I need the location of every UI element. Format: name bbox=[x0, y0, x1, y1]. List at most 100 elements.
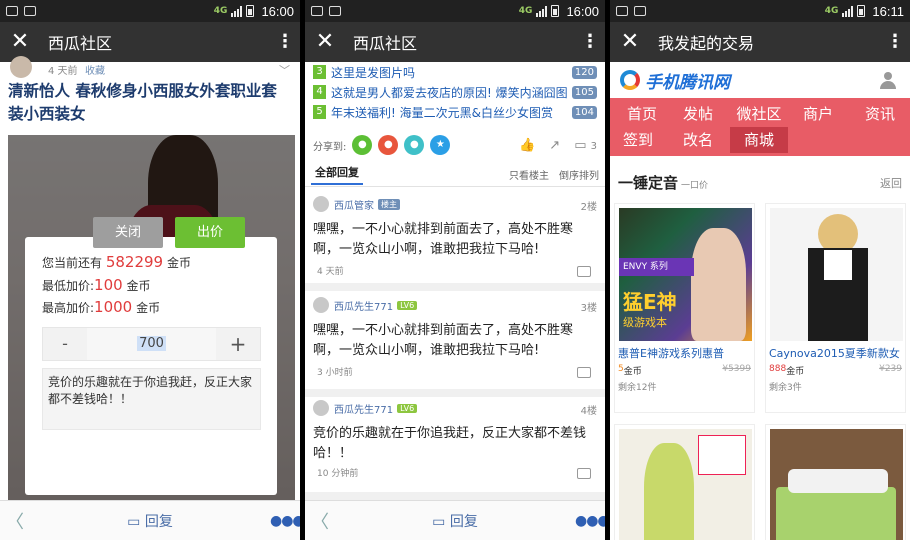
status-bar: 4G 16:11 bbox=[610, 0, 910, 22]
product-card[interactable]: Caynova2015夏季新款女 888 金币 ¥239 剩余3件 bbox=[765, 203, 906, 413]
back-icon[interactable]: 〈 bbox=[0, 508, 30, 534]
image-notification-icon bbox=[6, 6, 18, 16]
nav-item-store[interactable]: 商城 bbox=[730, 127, 788, 153]
network-type: 4G bbox=[824, 6, 839, 16]
more-dots-icon[interactable]: ●●● bbox=[270, 513, 300, 529]
reply-author[interactable]: 西瓜先生771 bbox=[334, 401, 393, 416]
reply-author[interactable]: 西瓜管家 bbox=[334, 197, 374, 212]
reply-count: 120 bbox=[571, 65, 597, 79]
list-item[interactable]: 4 这就是男人都爱去夜店的原因! 爆笑内涵囧图 105 bbox=[305, 82, 605, 102]
reply-icon[interactable] bbox=[577, 266, 591, 277]
avatar[interactable] bbox=[313, 297, 329, 313]
weibo-icon[interactable]: ● bbox=[378, 135, 399, 155]
nav-item-post[interactable]: 发帖 bbox=[670, 101, 726, 127]
more-dots-icon[interactable]: ●●● bbox=[575, 513, 605, 529]
max-value: 1000 bbox=[94, 298, 133, 316]
signal-icon bbox=[536, 5, 548, 17]
floor-number: 4楼 bbox=[580, 406, 597, 417]
bid-message-field[interactable]: 竞价的乐趣就在于你追我赶，反正大家都不差钱哈！！ bbox=[42, 368, 261, 430]
signal-icon bbox=[842, 5, 854, 17]
rank-number: 5 bbox=[313, 105, 326, 119]
back-icon[interactable]: 〈 bbox=[305, 508, 335, 534]
section-title: 一锤定音 bbox=[618, 174, 679, 192]
battery-icon bbox=[857, 5, 866, 17]
reply-body: 嘿嘿，一不小心就排到前面去了，高处不胜寒啊，一览众山小啊，谁敢把我拉下马哈! bbox=[313, 323, 574, 358]
share-bar: 分享到: ● ● ● ★ 👍 ↗ ▭ 3 bbox=[305, 130, 605, 160]
chevron-down-icon[interactable]: ﹀ bbox=[279, 62, 290, 78]
bid-amount-input[interactable]: 700 bbox=[87, 328, 216, 360]
window-title: 我发起的交易 bbox=[658, 34, 755, 53]
reply-count: 105 bbox=[571, 85, 597, 99]
main-nav: 首页 发帖 微社区 商户 资讯 签到 改名 商城 bbox=[610, 98, 910, 156]
stock-remaining: 剩余12件 bbox=[618, 383, 657, 393]
document-notification-icon bbox=[24, 6, 36, 16]
reply-author-row: 西瓜先生771 LV6 bbox=[313, 400, 418, 416]
bid-stepper: - 700 + bbox=[42, 327, 261, 361]
min-value: 100 bbox=[94, 276, 123, 294]
hot-thread-list: 3 这里是发图片吗 120 4 这就是男人都爱去夜店的原因! 爆笑内涵囧图 10… bbox=[305, 62, 605, 122]
avatar[interactable] bbox=[313, 196, 329, 212]
floor-number: 2楼 bbox=[580, 202, 597, 213]
close-button[interactable]: 关闭 bbox=[93, 217, 163, 248]
nav-item-home[interactable]: 首页 bbox=[614, 101, 670, 127]
reverse-order-toggle[interactable]: 倒序排列 bbox=[559, 167, 599, 182]
qzone-icon[interactable]: ● bbox=[404, 135, 425, 155]
stock-remaining: 剩余3件 bbox=[769, 383, 802, 393]
owner-only-toggle[interactable]: 只看楼主 bbox=[509, 167, 549, 182]
close-icon[interactable]: ✕ bbox=[305, 22, 345, 62]
avatar[interactable] bbox=[10, 56, 32, 78]
user-icon[interactable] bbox=[880, 71, 896, 89]
reply-button[interactable]: ▭ 回复 bbox=[30, 511, 270, 531]
brand-name: 手机腾讯网 bbox=[645, 72, 730, 93]
title-bar: ✕ 西瓜社区 ⋮ bbox=[305, 22, 605, 62]
level-badge: LV6 bbox=[397, 300, 418, 310]
reply-button[interactable]: ▭ 回复 bbox=[335, 511, 575, 531]
product-card[interactable]: ENVY 系列 猛E神 级游戏本 惠普E神游戏系列惠普 5 金币 ¥5399 剩… bbox=[614, 203, 755, 413]
list-item[interactable]: 5 年末送福利! 海量二次元黑&白丝少女图赏 104 bbox=[305, 102, 605, 122]
reply-icon[interactable] bbox=[577, 367, 591, 378]
more-icon[interactable]: ⋮ bbox=[270, 22, 300, 62]
more-icon[interactable]: ⋮ bbox=[575, 22, 605, 62]
list-item[interactable]: 3 这里是发图片吗 120 bbox=[305, 62, 605, 82]
reply-body: 竞价的乐趣就在于你追我赶，反正大家都不差钱哈！！ bbox=[313, 426, 587, 461]
bid-button[interactable]: 出价 bbox=[175, 217, 245, 248]
product-price-row: 5 金币 ¥5399 bbox=[615, 361, 754, 377]
comment-count: 3 bbox=[590, 140, 597, 152]
post-title: 清新怡人 春秋修身小西服女外套职业套装小西装女 bbox=[8, 82, 277, 123]
thread-title: 这里是发图片吗 bbox=[331, 65, 416, 80]
product-card[interactable] bbox=[614, 424, 755, 540]
back-link[interactable]: 返回 bbox=[880, 175, 902, 191]
favorite-link[interactable]: 收藏 bbox=[85, 62, 105, 77]
section-subtitle: 一口价 bbox=[681, 181, 709, 191]
min-increase-line: 最低加价:100 金币 bbox=[42, 276, 151, 294]
nav-item-rename[interactable]: 改名 bbox=[670, 127, 726, 153]
avatar[interactable] bbox=[313, 400, 329, 416]
like-icon[interactable]: 👍 bbox=[519, 138, 535, 153]
signal-icon bbox=[231, 5, 243, 17]
panel-bid: 4G 16:00 ✕ 西瓜社区 ⋮ 4 天前 收藏 ﹀ 清新怡人 春秋修身小西服… bbox=[0, 0, 300, 540]
reply-icon[interactable] bbox=[577, 468, 591, 479]
more-icon[interactable]: ⋮ bbox=[880, 22, 910, 62]
product-card[interactable] bbox=[765, 424, 906, 540]
nav-item-community[interactable]: 微社区 bbox=[728, 101, 790, 127]
tab-all-replies[interactable]: 全部回复 bbox=[311, 164, 363, 185]
panel-store: 4G 16:11 ✕ 我发起的交易 ⋮ 手机腾讯网 首页 发帖 微社区 商户 资… bbox=[610, 0, 910, 540]
banner-headline: 猛E神 bbox=[623, 290, 677, 314]
reply-body: 嘿嘿，一不小心就排到前面去了，高处不胜寒啊，一览众山小啊，谁敢把我拉下马哈! bbox=[313, 222, 574, 257]
wechat-icon[interactable]: ● bbox=[352, 135, 373, 155]
decrease-button[interactable]: - bbox=[43, 328, 87, 360]
nav-item-checkin[interactable]: 签到 bbox=[610, 127, 666, 153]
reply-author[interactable]: 西瓜先生771 bbox=[334, 298, 393, 313]
balance-unit: 金币 bbox=[166, 256, 191, 270]
favorite-star-icon[interactable]: ★ bbox=[430, 135, 451, 155]
owner-badge: 楼主 bbox=[378, 198, 400, 210]
reply-label: 回复 bbox=[449, 513, 478, 530]
share-icon[interactable]: ↗ bbox=[549, 138, 560, 153]
nav-item-merchants[interactable]: 商户 bbox=[790, 101, 846, 127]
shop-sign bbox=[698, 435, 746, 475]
close-icon[interactable]: ✕ bbox=[610, 22, 650, 62]
comment-icon[interactable]: ▭ 3 bbox=[574, 138, 597, 153]
min-label: 最低加价: bbox=[42, 279, 95, 293]
increase-button[interactable]: + bbox=[216, 328, 260, 360]
nav-item-news[interactable]: 资讯 bbox=[852, 101, 908, 127]
